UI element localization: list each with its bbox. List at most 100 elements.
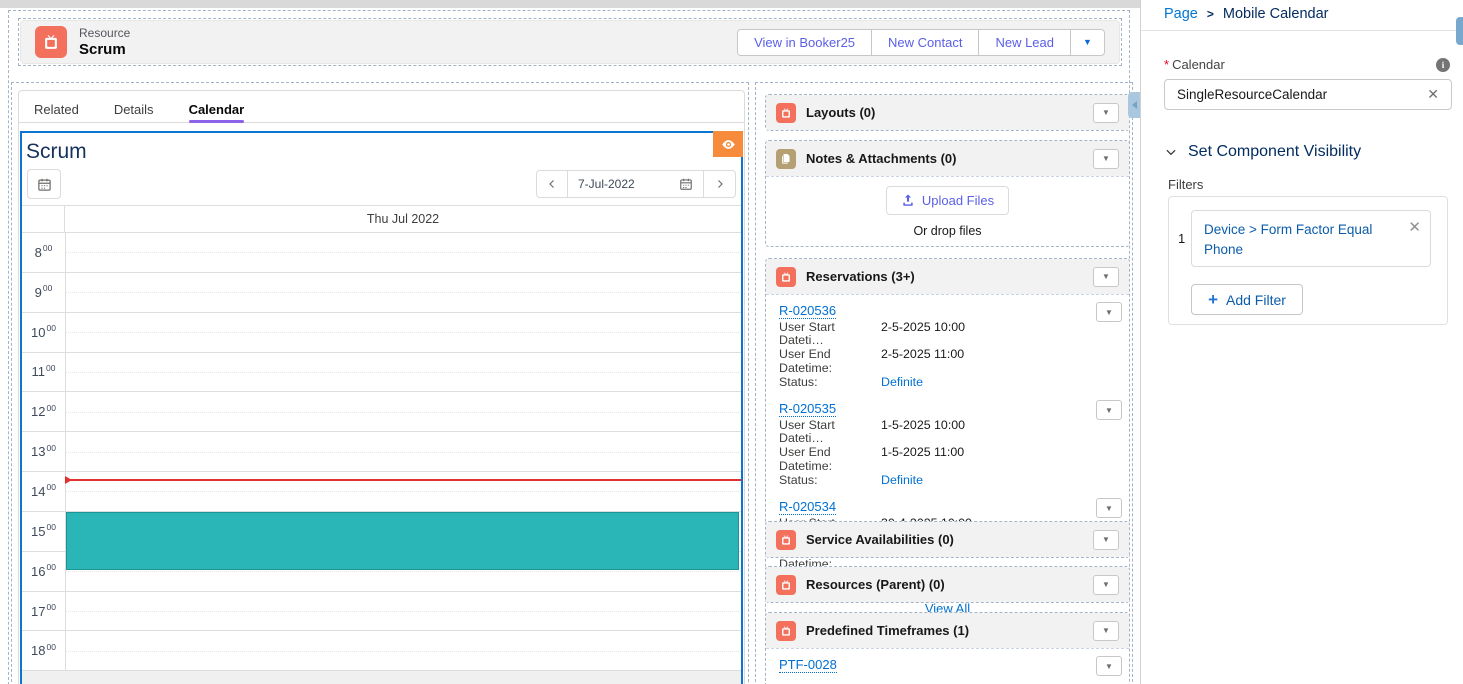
upload-files-button[interactable]: Upload Files xyxy=(886,186,1009,215)
hour-cell[interactable] xyxy=(65,631,741,670)
eye-icon xyxy=(721,137,736,152)
calendar-time-grid[interactable]: 800 900 1000 1100 1200 1300 1400 1500 16… xyxy=(22,233,741,671)
previous-day-button[interactable] xyxy=(536,170,568,198)
related-list-header: Notes & Attachments (0) ▼ xyxy=(766,141,1129,176)
related-list-notes-attachments[interactable]: Notes & Attachments (0) ▼ Upload Files O… xyxy=(765,140,1130,247)
info-icon[interactable]: i xyxy=(1436,58,1450,72)
hour-label: 1800 xyxy=(22,631,65,670)
mobile-calendar-component[interactable]: Scrum 7-Jul-2022 Thu Jul 2022 800 900 10… xyxy=(20,131,743,684)
plus-icon: + xyxy=(1208,291,1218,308)
related-list-layouts[interactable]: Layouts (0) ▼ xyxy=(765,94,1130,131)
note-icon xyxy=(776,149,796,169)
related-list-title: Service Availabilities (0) xyxy=(806,532,954,547)
hour-label: 1000 xyxy=(22,313,65,352)
field-value: 1-5-2025 10:00 xyxy=(881,419,965,445)
hour-label: 1400 xyxy=(22,472,65,511)
list-actions-dropdown[interactable]: ▼ xyxy=(1093,530,1119,550)
list-actions-dropdown[interactable]: ▼ xyxy=(1093,267,1119,287)
hour-cell[interactable] xyxy=(65,392,741,431)
visibility-filter-chip[interactable]: Device > Form Factor Equal Phone ✕ xyxy=(1191,210,1431,267)
status-link[interactable]: Definite xyxy=(881,474,923,487)
record-titles: Resource Scrum xyxy=(79,26,130,58)
related-list-title: Predefined Timeframes (1) xyxy=(806,623,969,638)
calendar-title: Scrum xyxy=(26,140,87,164)
app-builder-screen: Resource Scrum View in Booker25 New Cont… xyxy=(0,0,1463,684)
filters-group: 1 Device > Form Factor Equal Phone ✕ + A… xyxy=(1168,196,1448,325)
reservation-link[interactable]: R-020534 xyxy=(779,499,836,515)
breadcrumb-page-link[interactable]: Page xyxy=(1164,6,1198,22)
list-actions-dropdown[interactable]: ▼ xyxy=(1093,575,1119,595)
hour-row: 1100 xyxy=(22,353,741,393)
list-actions-dropdown[interactable]: ▼ xyxy=(1093,621,1119,641)
calendar-icon xyxy=(679,177,693,191)
timeframe-link[interactable]: PTF-0028 xyxy=(779,657,837,673)
record-name: Scrum xyxy=(79,41,130,58)
new-contact-button[interactable]: New Contact xyxy=(871,30,978,55)
new-lead-button[interactable]: New Lead xyxy=(978,30,1070,55)
hour-cell[interactable] xyxy=(65,353,741,392)
reservation-event-block[interactable] xyxy=(66,512,739,570)
list-actions-dropdown[interactable]: ▼ xyxy=(1093,149,1119,169)
resource-icon xyxy=(776,103,796,123)
clear-field-icon[interactable]: ✕ xyxy=(1427,86,1439,103)
related-list-predefined-timeframes[interactable]: Predefined Timeframes (1) ▼ PTF-0028 ▼ xyxy=(765,612,1130,684)
day-column-header: Thu Jul 2022 xyxy=(22,205,741,233)
related-list-title: Resources (Parent) (0) xyxy=(806,577,945,592)
date-value: 7-Jul-2022 xyxy=(578,177,635,191)
calendar-footer-strip xyxy=(22,671,741,684)
highlights-panel-component[interactable]: Resource Scrum View in Booker25 New Cont… xyxy=(18,18,1122,66)
list-actions-dropdown[interactable]: ▼ xyxy=(1093,103,1119,123)
hour-cell[interactable] xyxy=(65,472,741,511)
related-list-resources-parent[interactable]: Resources (Parent) (0) ▼ xyxy=(765,566,1130,603)
hour-cell[interactable] xyxy=(65,592,741,631)
filter-index: 1 xyxy=(1178,231,1185,246)
panel-scrollbar-thumb[interactable] xyxy=(1456,17,1463,45)
remove-filter-icon[interactable]: ✕ xyxy=(1408,218,1421,238)
reservation-link[interactable]: R-020535 xyxy=(779,401,836,417)
hour-row: 1800 xyxy=(22,631,741,671)
row-actions-dropdown[interactable]: ▼ xyxy=(1096,656,1122,676)
related-list-title: Notes & Attachments (0) xyxy=(806,151,956,166)
field-value: 2-5-2025 10:00 xyxy=(881,321,965,347)
row-actions-dropdown[interactable]: ▼ xyxy=(1096,498,1122,518)
calendar-field-input[interactable]: SingleResourceCalendar ✕ xyxy=(1164,79,1452,110)
hour-label: 1500 xyxy=(22,512,65,551)
more-actions-dropdown[interactable]: ▼ xyxy=(1070,30,1104,55)
hour-row: 900 xyxy=(22,273,741,313)
timeframe-row: PTF-0028 ▼ xyxy=(766,649,1129,678)
upload-icon xyxy=(901,193,915,207)
date-picker-field[interactable]: 7-Jul-2022 xyxy=(568,170,704,198)
hour-row: 1700 xyxy=(22,592,741,632)
related-list-title: Layouts (0) xyxy=(806,105,875,120)
related-list-service-availabilities[interactable]: Service Availabilities (0) ▼ xyxy=(765,521,1130,558)
add-filter-label: Add Filter xyxy=(1226,292,1286,308)
add-filter-button[interactable]: + Add Filter xyxy=(1191,284,1303,315)
hour-cell[interactable] xyxy=(65,432,741,471)
row-actions-dropdown[interactable]: ▼ xyxy=(1096,400,1122,420)
hour-cell[interactable] xyxy=(65,273,741,312)
next-day-button[interactable] xyxy=(704,170,736,198)
hour-row: 800 xyxy=(22,233,741,273)
status-link[interactable]: Definite xyxy=(881,376,923,389)
related-list-header: Reservations (3+) ▼ xyxy=(766,259,1129,294)
hour-label: 1300 xyxy=(22,432,65,471)
current-time-indicator xyxy=(65,479,741,481)
hour-cell[interactable] xyxy=(65,313,741,352)
reservation-link[interactable]: R-020536 xyxy=(779,303,836,319)
tab-calendar[interactable]: Calendar xyxy=(189,102,245,122)
field-label: User End Datetime: xyxy=(779,348,881,374)
row-actions-dropdown[interactable]: ▼ xyxy=(1096,302,1122,322)
hour-cell[interactable] xyxy=(65,233,741,272)
component-visibility-badge[interactable] xyxy=(713,131,743,157)
view-in-booker25-button[interactable]: View in Booker25 xyxy=(738,30,871,55)
related-list-title: Reservations (3+) xyxy=(806,269,915,284)
resource-record-icon xyxy=(35,26,67,58)
hour-row: 1300 xyxy=(22,432,741,472)
section-title: Set Component Visibility xyxy=(1188,143,1361,161)
calendar-view-button[interactable] xyxy=(27,169,61,199)
upload-files-label: Upload Files xyxy=(922,193,994,208)
tab-details[interactable]: Details xyxy=(114,102,154,122)
tab-related[interactable]: Related xyxy=(34,102,79,122)
hour-row: 1200 xyxy=(22,392,741,432)
set-component-visibility-section[interactable]: Set Component Visibility xyxy=(1164,143,1361,161)
